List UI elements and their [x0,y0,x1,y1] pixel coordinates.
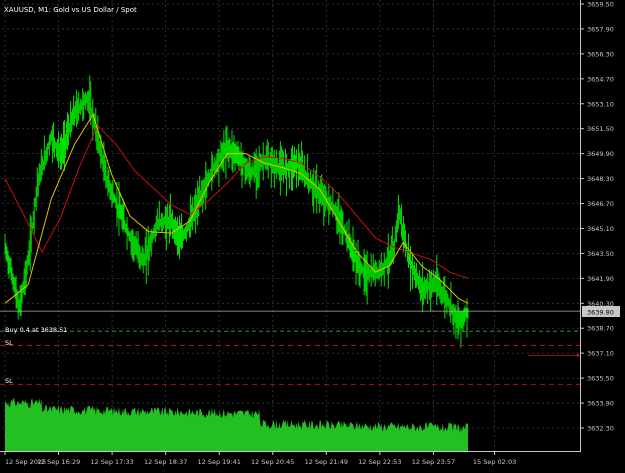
y-tick-label: 3654.70 [587,75,614,83]
sl-label-1[interactable]: SL [5,339,13,347]
order-lines[interactable] [0,310,580,385]
x-tick-label: 12 Sep 19:41 [198,458,241,466]
y-tick-label: 3637.10 [587,350,614,358]
x-tick-label: 12 Sep 21:49 [305,458,348,466]
y-tick-label: 3643.50 [587,250,614,258]
candles [4,75,469,348]
y-tick-label: 3656.30 [587,50,614,58]
time-axis[interactable]: 12 Sep 202512 Sep 16:29 12 Sep 17:33 12 Se… [0,451,581,466]
x-tick-label: 12 Sep 18:37 [144,458,187,466]
y-tick-label: 3638.70 [587,325,614,333]
y-tick-label: 3641.90 [587,275,614,283]
sl-label-2[interactable]: SL [5,377,13,385]
position-label[interactable]: Buy 0.4 at 3638.51 [5,326,67,334]
y-tick-label: 3632.30 [587,425,614,433]
volume-area [5,397,468,451]
chart-title: XAUUSD, M1: Gold vs US Dollar / Spot [4,6,137,14]
x-tick-label: 12 Sep 16:29 [37,458,80,466]
y-tick-label: 3653.10 [587,100,614,108]
y-tick-label: 3635.50 [587,375,614,383]
last-price-value: 3639.80 [587,309,614,317]
price-axis[interactable]: 3659.50 3657.90 3656.30 3654.70 3653.10 3651.… [580,0,614,452]
y-tick-label: 3649.90 [587,150,614,158]
chart-canvas[interactable]: 3659.50 3657.90 3656.30 3654.70 3653.10 3651.… [0,0,625,469]
chart-grid [2,0,580,451]
chart-series [4,75,469,348]
y-tick-label: 3648.30 [587,175,614,183]
y-tick-label: 3657.90 [587,25,614,33]
ask-marker-dot [576,353,580,357]
y-tick-label: 3659.50 [587,1,614,9]
y-tick-label: 3651.50 [587,125,614,133]
y-tick-label: 3646.70 [587,200,614,208]
x-tick-label: 12 Sep 22:53 [358,458,401,466]
volume-histogram [5,397,468,451]
x-tick-label: 12 Sep 17:33 [90,458,133,466]
y-tick-label: 3633.90 [587,400,614,408]
x-tick-label: 12 Sep 23:57 [412,458,455,466]
y-tick-label: 3645.10 [587,225,614,233]
x-tick-label: 12 Sep 20:45 [251,458,294,466]
price-chart[interactable]: 3659.50 3657.90 3656.30 3654.70 3653.10 3651.… [0,0,625,469]
x-tick-label: 15 Sep 02:03 [473,458,516,466]
